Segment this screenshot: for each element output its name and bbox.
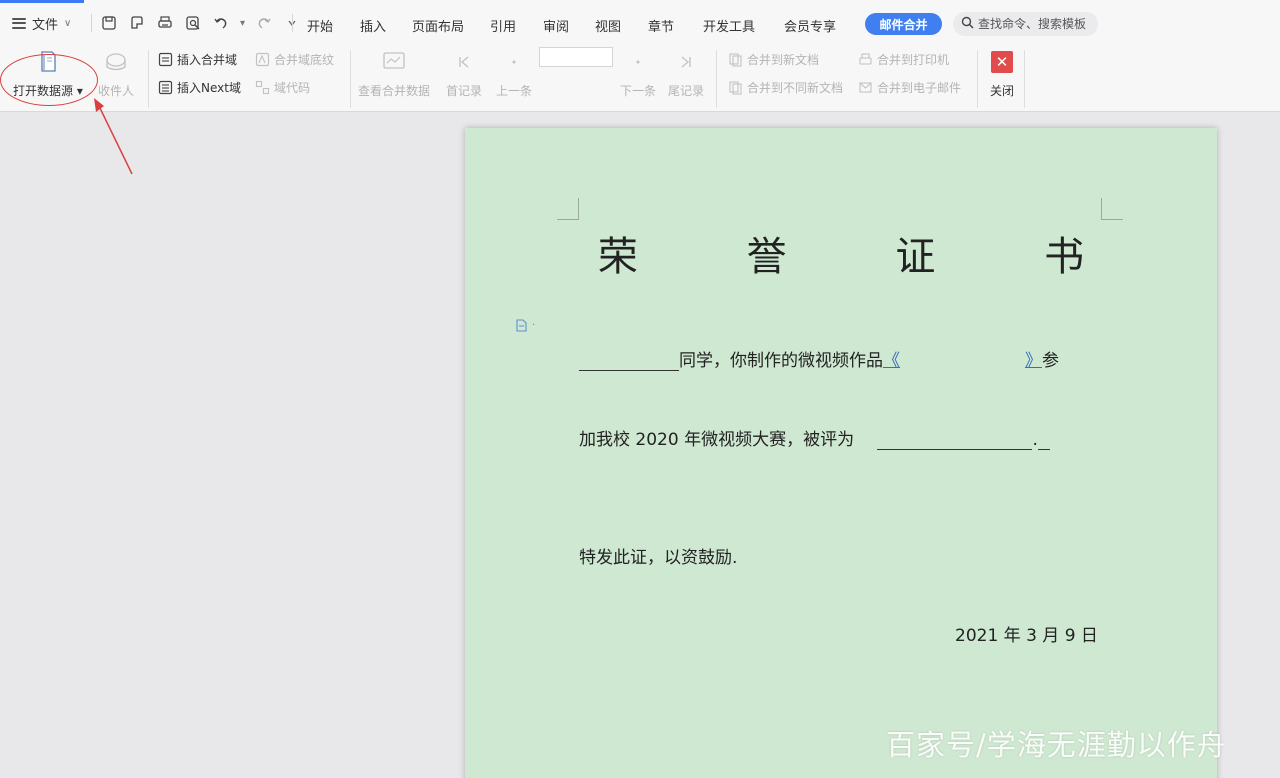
merge-to-email-button[interactable]: 合并到电子邮件 xyxy=(857,79,961,96)
tab-section[interactable]: 章节 xyxy=(648,16,674,35)
last-record-icon xyxy=(672,48,700,76)
merge-to-different-docs-label: 合并到不同新文档 xyxy=(747,81,844,95)
undo-dropdown-icon[interactable]: ▾ xyxy=(240,18,245,29)
tab-review[interactable]: 审阅 xyxy=(543,16,569,35)
document-icon xyxy=(516,319,527,332)
next-record-icon xyxy=(624,48,652,76)
tab-insert[interactable]: 插入 xyxy=(360,16,386,35)
annotation-circle xyxy=(0,54,98,106)
next-record-label: 下一条 xyxy=(620,84,657,98)
previous-record-label: 上一条 xyxy=(496,84,533,98)
tab-home[interactable]: 开始 xyxy=(307,16,333,35)
print-icon[interactable] xyxy=(156,14,174,32)
merge-email-icon xyxy=(857,80,873,96)
tab-developer[interactable]: 开发工具 xyxy=(703,16,755,35)
annotation-arrow xyxy=(94,98,133,175)
next-record-button[interactable]: 下一条 xyxy=(620,48,656,99)
merge-to-new-doc-label: 合并到新文档 xyxy=(747,53,820,67)
insert-merge-field-label: 插入合并域 xyxy=(177,53,238,67)
file-menu[interactable]: 文件 ∨ xyxy=(12,12,71,34)
close-icon: ✕ xyxy=(988,48,1016,76)
certificate-line-1: 同学，你制作的微视频作品《 》参 xyxy=(579,346,1059,371)
view-merged-data-icon xyxy=(380,48,408,76)
insert-next-field-label: 插入Next域 xyxy=(177,81,241,95)
watermark-text: 百家号/学海无涯勤以作舟 xyxy=(886,728,1227,762)
tab-member[interactable]: 会员专享 xyxy=(784,16,836,35)
menu-bar: 文件 ∨ ▾ 开始 插入 页面布局 引用 审阅 视图 章节 开发工具 会员专享 … xyxy=(0,0,1280,44)
margin-corner-mark xyxy=(557,198,579,220)
award-blank xyxy=(877,449,1033,450)
quick-access-toolbar: ▾ xyxy=(100,12,301,34)
insert-next-field-button[interactable]: 插入Next域 xyxy=(157,79,241,96)
chevron-down-icon: ∨ xyxy=(64,17,72,29)
previous-record-icon xyxy=(500,48,528,76)
tab-page-layout[interactable]: 页面布局 xyxy=(412,16,464,35)
paragraph-marker[interactable]: · xyxy=(515,319,535,332)
redo-icon[interactable] xyxy=(255,14,273,32)
hamburger-icon xyxy=(12,17,26,29)
margin-corner-mark xyxy=(1101,198,1123,220)
merge-to-printer-label: 合并到打印机 xyxy=(877,53,950,67)
divider xyxy=(148,50,149,108)
view-merged-data-button[interactable]: 查看合并数据 xyxy=(358,48,430,99)
divider xyxy=(350,50,351,108)
merge-printer-icon xyxy=(857,52,873,68)
recipients-icon xyxy=(102,48,130,76)
search-input[interactable] xyxy=(978,17,1096,31)
insert-merge-field-button[interactable]: 插入合并域 xyxy=(157,51,237,68)
recipients-button[interactable]: 收件人 xyxy=(98,48,134,99)
certificate-line-3: 特发此证，以资鼓励. xyxy=(579,548,738,568)
tab-view[interactable]: 视图 xyxy=(595,16,621,35)
command-search[interactable] xyxy=(953,12,1098,36)
print-preview-icon[interactable] xyxy=(184,14,202,32)
shading-icon xyxy=(254,52,270,68)
merge-field-shading-label: 合并域底纹 xyxy=(274,53,335,67)
merge-to-different-docs-button[interactable]: 合并到不同新文档 xyxy=(727,79,843,96)
merge-to-printer-button[interactable]: 合并到打印机 xyxy=(857,51,949,68)
record-number-input[interactable] xyxy=(539,47,613,67)
field-code-button[interactable]: 域代码 xyxy=(254,79,310,96)
file-menu-label: 文件 xyxy=(32,17,59,33)
active-indicator xyxy=(0,0,84,3)
merge-field-shading-button[interactable]: 合并域底纹 xyxy=(254,51,334,68)
view-merged-data-label: 查看合并数据 xyxy=(358,84,431,98)
undo-icon[interactable] xyxy=(212,14,230,32)
merge-to-new-doc-button[interactable]: 合并到新文档 xyxy=(727,51,819,68)
student-name-blank xyxy=(579,370,679,371)
first-record-label: 首记录 xyxy=(446,84,483,98)
last-record-button[interactable]: 尾记录 xyxy=(668,48,704,99)
search-icon xyxy=(961,16,974,32)
insert-field-icon xyxy=(157,52,173,68)
merge-to-email-label: 合并到电子邮件 xyxy=(877,81,962,95)
merge-new-doc-icon xyxy=(727,52,743,68)
field-code-label: 域代码 xyxy=(274,81,311,95)
previous-record-button[interactable]: 上一条 xyxy=(496,48,532,99)
certificate-line-2: 加我校 2020 年微视频大赛，被评为 . xyxy=(579,425,1050,450)
field-code-icon xyxy=(254,80,270,96)
mail-merge-ribbon: 打开数据源 ▾ 收件人 插入合并域 合并域底纹 插入Next域 域代码 查看合并… xyxy=(0,44,1280,112)
work-title-field: 《》 xyxy=(883,351,1042,371)
divider xyxy=(1024,50,1025,108)
wps-window: 文件 ∨ ▾ 开始 插入 页面布局 引用 审阅 视图 章节 开发工具 会员专享 … xyxy=(0,0,1280,778)
first-record-button[interactable]: 首记录 xyxy=(446,48,482,99)
certificate-date: 2021 年 3 月 9 日 xyxy=(955,626,1098,646)
insert-next-icon xyxy=(157,80,173,96)
merge-different-docs-icon xyxy=(727,80,743,96)
save-icon[interactable] xyxy=(100,14,118,32)
first-record-icon xyxy=(450,48,478,76)
close-mail-merge-button[interactable]: ✕ 关闭 xyxy=(988,48,1016,99)
mail-merge-tab[interactable]: 邮件合并 xyxy=(865,13,942,35)
export-icon[interactable] xyxy=(128,14,146,32)
divider xyxy=(977,50,978,108)
document-page[interactable]: 荣 誉 证 书 · 同学，你制作的微视频作品《 》参 加我校 2020 年微视频大… xyxy=(465,128,1217,778)
divider xyxy=(91,14,92,32)
divider xyxy=(292,14,293,32)
close-label: 关闭 xyxy=(989,84,1014,98)
certificate-title: 荣 誉 证 书 xyxy=(597,234,1133,280)
last-record-label: 尾记录 xyxy=(668,84,705,98)
tab-references[interactable]: 引用 xyxy=(490,16,516,35)
divider xyxy=(716,50,717,108)
